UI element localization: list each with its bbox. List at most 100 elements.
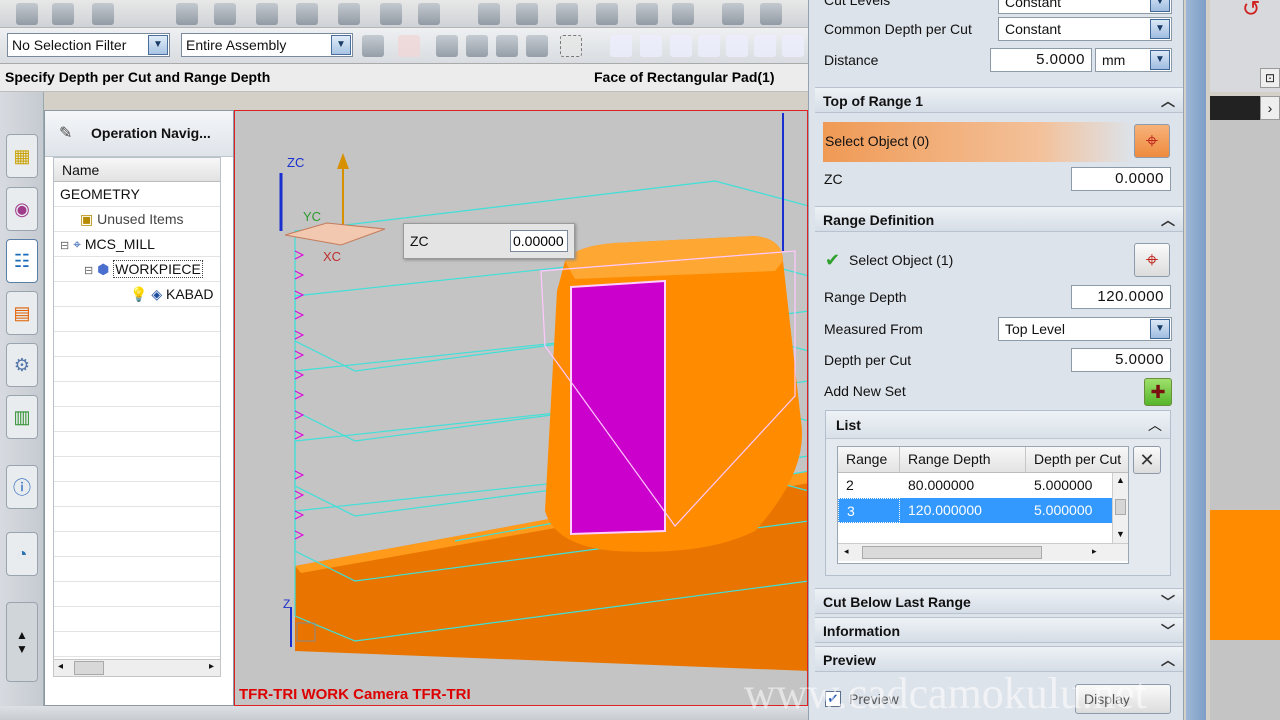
orient-icon[interactable]	[496, 35, 518, 57]
cut-levels-value: Constant	[1005, 0, 1062, 10]
tree-row-mcs-mill[interactable]: ⊟ ⌖ MCS_MILL	[54, 232, 220, 257]
cube-view-icon[interactable]	[466, 35, 488, 57]
top-of-range-group-header[interactable]: Top of Range 1 ︿	[815, 87, 1183, 113]
rectangle-select-icon[interactable]	[560, 35, 582, 57]
toolbar-tool-icon[interactable]	[380, 3, 402, 25]
dark-panel	[1210, 96, 1260, 120]
cut-levels-dropdown[interactable]: Constant ▼	[998, 0, 1172, 14]
chevron-down-icon: ▼	[148, 35, 168, 55]
scroll-left-icon[interactable]: ◂	[58, 661, 63, 672]
chevron-down-icon: ▼	[1150, 0, 1170, 12]
information-group-header[interactable]: Information ﹀	[815, 617, 1183, 643]
toolbar-tool-icon[interactable]	[296, 3, 318, 25]
scroll-left-icon[interactable]: ◂	[844, 546, 849, 557]
distance-unit-dropdown[interactable]: mm ▼	[1095, 48, 1172, 72]
snap-line-icon[interactable]	[640, 35, 662, 57]
list-horizontal-scrollbar[interactable]: ◂ ▸	[838, 543, 1128, 561]
toolbar-tool-icon[interactable]	[672, 3, 694, 25]
maximize-icon[interactable]: ⊡	[1260, 68, 1280, 88]
filter-settings-icon[interactable]	[362, 35, 384, 57]
assembly-navigator-icon[interactable]: ▦	[6, 134, 38, 178]
tree-row-unused-items[interactable]: ▣ Unused Items	[54, 207, 220, 232]
toolbar-tool-icon[interactable]	[760, 3, 782, 25]
collapse-icon[interactable]: ⊟	[84, 265, 93, 277]
scrollbar-thumb[interactable]	[74, 661, 104, 675]
scroll-down-icon[interactable]: ▼	[1116, 529, 1125, 539]
toolbar-tool-icon[interactable]	[214, 3, 236, 25]
history-icon[interactable]: ◔	[6, 532, 38, 576]
toolbar-tool-icon[interactable]	[52, 3, 74, 25]
snap-center-icon[interactable]	[754, 35, 776, 57]
tree-row-workpiece[interactable]: ⊟ ⬢ WORKPIECE	[54, 257, 220, 282]
snap-point-icon[interactable]	[398, 35, 420, 57]
machine-tool-navigator-icon[interactable]: ▤	[6, 291, 38, 335]
model-view[interactable]	[235, 111, 808, 706]
zc-input-field[interactable]	[510, 230, 568, 252]
cut-below-last-range-group-header[interactable]: Cut Below Last Range ﹀	[815, 588, 1183, 614]
scroll-right-icon[interactable]: ▸	[209, 661, 214, 672]
graphics-window[interactable]: ZC YC XC Z ZC TFR-TRI WORK Camera TFR-TR…	[234, 110, 808, 706]
add-new-set-icon[interactable]: ✚	[1144, 378, 1172, 406]
undo-icon[interactable]: ↺	[1242, 0, 1260, 22]
chevron-up-icon: ︿	[1161, 93, 1175, 109]
operation-navigator-icon[interactable]: ☷	[6, 239, 38, 283]
range-select-object-label: Select Object (1)	[849, 252, 954, 268]
measured-from-dropdown[interactable]: Top Level ▼	[998, 317, 1172, 341]
list-vertical-scrollbar[interactable]: ▲ ▼	[1112, 473, 1128, 543]
name-column-header[interactable]: Name	[54, 158, 220, 182]
roles-info-icon[interactable]: ⓘ	[6, 465, 38, 509]
column-header-range[interactable]: Range	[838, 447, 900, 473]
scroll-up-icon[interactable]: ▲	[1116, 475, 1125, 485]
toolbar-tool-icon[interactable]	[516, 3, 538, 25]
resource-bar-scroll[interactable]: ▲ ▼	[6, 602, 38, 682]
toolbar-tool-icon[interactable]	[596, 3, 618, 25]
scrollbar-thumb[interactable]	[862, 546, 1042, 559]
group-title: Cut Below Last Range	[823, 594, 971, 610]
snap-midpoint-icon[interactable]	[670, 35, 692, 57]
group-title: Information	[823, 623, 900, 639]
depth-per-cut-field[interactable]: 5.0000	[1071, 348, 1171, 372]
toolbar-tool-icon[interactable]	[176, 3, 198, 25]
crosshair-select-icon[interactable]: ⌖	[1134, 243, 1170, 277]
column-header-depth-per-cut[interactable]: Depth per Cut	[1026, 447, 1128, 473]
reuse-library-icon[interactable]: ▥	[6, 395, 38, 439]
toolbar-tool-icon[interactable]	[92, 3, 114, 25]
toolbar-tool-icon[interactable]	[418, 3, 440, 25]
orient-icon[interactable]	[526, 35, 548, 57]
tree-row-empty	[54, 307, 220, 332]
zc-field[interactable]: 0.0000	[1071, 167, 1171, 191]
navigator-horizontal-scrollbar[interactable]: ◂ ▸	[53, 659, 221, 677]
toolbar-tool-icon[interactable]	[256, 3, 278, 25]
toolbar-tool-icon[interactable]	[338, 3, 360, 25]
toolbar-tool-icon[interactable]	[478, 3, 500, 25]
toolbar-tool-icon[interactable]	[16, 3, 38, 25]
crosshair-select-icon[interactable]: ⌖	[1134, 124, 1170, 158]
scroll-right-icon[interactable]: ▸	[1092, 546, 1097, 557]
tree-row-geometry[interactable]: GEOMETRY	[54, 182, 220, 207]
selection-filter-dropdown[interactable]: No Selection Filter ▼	[7, 33, 170, 57]
toolbar-tool-icon[interactable]	[556, 3, 578, 25]
range-depth-field[interactable]: 120.0000	[1071, 285, 1171, 309]
pin-icon[interactable]: ✎	[59, 123, 72, 143]
feature-navigator-icon[interactable]: ⚙	[6, 343, 38, 387]
constraint-navigator-icon[interactable]: ◉	[6, 187, 38, 231]
column-header-range-depth[interactable]: Range Depth	[900, 447, 1026, 473]
common-depth-dropdown[interactable]: Constant ▼	[998, 17, 1172, 41]
collapse-icon[interactable]: ⊟	[60, 240, 69, 252]
range-definition-group-header[interactable]: Range Definition ︿	[815, 206, 1183, 232]
snap-intersection-icon[interactable]	[726, 35, 748, 57]
select-object-highlight[interactable]: Select Object (0)	[823, 122, 1133, 162]
chevron-right-icon[interactable]: ›	[1260, 96, 1280, 120]
delete-icon[interactable]: ✕	[1133, 446, 1161, 474]
scrollbar-thumb[interactable]	[1115, 499, 1126, 515]
distance-field[interactable]: 5.0000	[990, 48, 1092, 72]
undo-icon[interactable]	[436, 35, 458, 57]
snap-endpoint-icon[interactable]	[610, 35, 632, 57]
toolbar-tool-icon[interactable]	[636, 3, 658, 25]
snap-quadrant-icon[interactable]	[782, 35, 804, 57]
assembly-scope-dropdown[interactable]: Entire Assembly ▼	[181, 33, 353, 57]
list-header[interactable]: List ︿	[826, 411, 1170, 439]
snap-curve-icon[interactable]	[698, 35, 720, 57]
tree-row-kabad[interactable]: 💡 ◈ KABAD	[54, 282, 220, 307]
toolbar-tool-icon[interactable]	[722, 3, 744, 25]
